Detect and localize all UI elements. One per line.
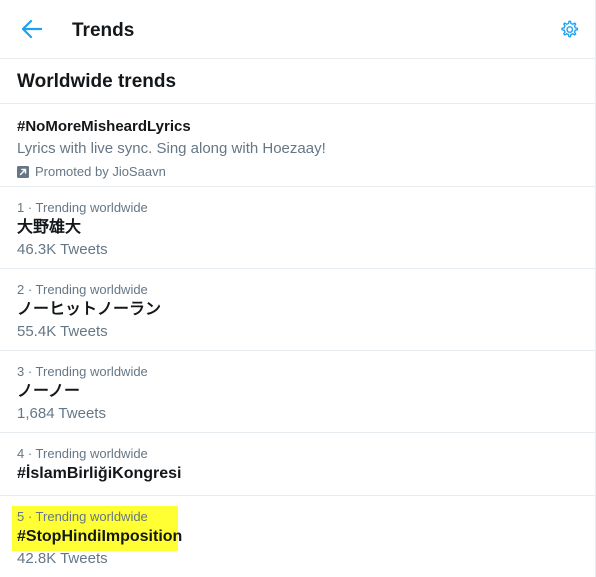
trend-name[interactable]: ノーノー [17,382,80,402]
trend-meta: 4 · Trending worldwide [17,446,148,461]
trend-item[interactable]: 1 · Trending worldwide 大野雄大 46.3K Tweets [0,187,595,269]
trend-meta: 3 · Trending worldwide [17,364,148,379]
promoted-icon [17,166,29,178]
trend-name[interactable]: #StopHindiImposition [17,527,182,547]
section-heading: Worldwide trends [0,59,595,104]
trend-item[interactable]: 2 · Trending worldwide ノーヒットノーラン 55.4K T… [0,269,595,351]
trend-item[interactable]: 4 · Trending worldwide #İslamBirliğiKong… [0,433,595,496]
trend-tweet-count: 46.3K Tweets [17,241,108,258]
promoted-trend-tag[interactable]: #NoMoreMisheardLyrics [17,117,191,137]
back-button[interactable] [20,17,44,41]
trend-tweet-count: 1,684 Tweets [17,405,106,422]
promoted-by: Promoted by JioSaavn [17,164,166,180]
trend-tweet-count: 42.8K Tweets [17,550,108,567]
trend-meta: 1 · Trending worldwide [17,200,148,215]
trend-tweet-count: 55.4K Tweets [17,323,108,340]
trend-item[interactable]: 5 · Trending worldwide #StopHindiImposit… [0,496,595,577]
trend-item[interactable]: 3 · Trending worldwide ノーノー 1,684 Tweets [0,351,595,433]
trend-name[interactable]: 大野雄大 [17,218,81,238]
settings-button[interactable] [557,18,581,42]
page-header: Trends [0,0,595,59]
back-arrow-icon [22,20,42,38]
promoted-trend[interactable]: #NoMoreMisheardLyrics Lyrics with live s… [0,104,595,187]
promoted-trend-description: Lyrics with live sync. Sing along with H… [17,140,326,157]
trend-meta: 2 · Trending worldwide [17,282,148,297]
trends-page: Trends Worldwide trends #NoMoreMisheardL… [0,0,596,577]
page-title: Trends [72,20,135,41]
trend-meta: 5 · Trending worldwide [17,509,148,524]
promoted-by-label: Promoted by JioSaavn [35,164,166,179]
gear-icon [561,20,579,38]
trend-name[interactable]: ノーヒットノーラン [17,300,161,320]
trend-name[interactable]: #İslamBirliğiKongresi [17,464,182,484]
